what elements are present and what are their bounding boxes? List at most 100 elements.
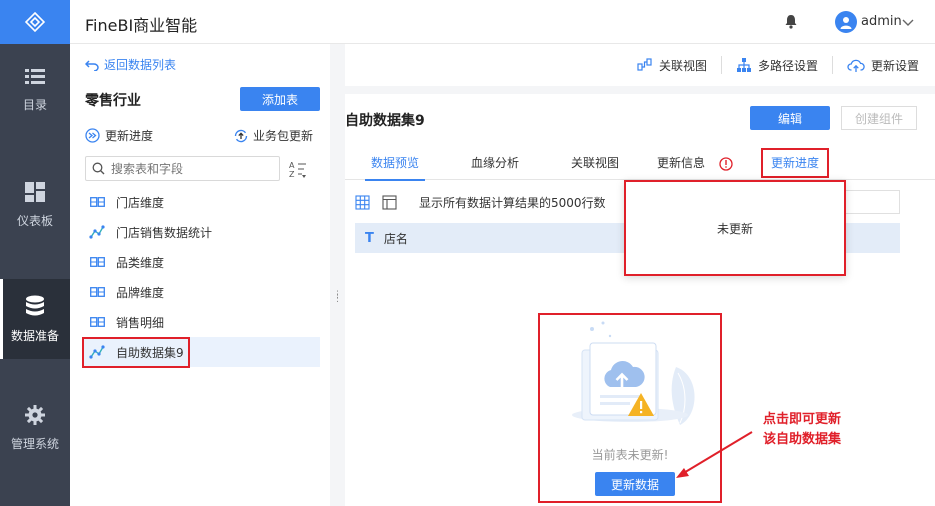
update-progress-link[interactable]: 更新进度 [85,127,153,144]
db-table-icon [88,257,106,267]
table-item-label: 品类维度 [116,255,165,270]
refresh-upload-icon [234,129,248,142]
table-item-label: 门店维度 [116,195,165,210]
logo-icon [25,12,45,32]
self-dataset-icon [88,345,106,359]
app-logo[interactable] [0,0,70,44]
toolbar-divider [831,56,833,74]
user-icon [840,17,852,29]
annotation-line-1: 点击即可更新 [763,412,842,427]
preview-note: 显示所有数据计算结果的5000行数 [419,195,606,210]
package-update-link[interactable]: 业务包更新 [233,127,313,144]
back-label: 返回数据列表 [104,58,177,72]
sort-button[interactable]: AZ [289,159,309,182]
tab-relation-view[interactable]: 关联视图 [571,146,619,180]
rail-label: 目录 [22,97,47,112]
table-item[interactable]: 自助数据集9 [82,336,320,368]
rail-item-catalog[interactable]: 目录 [0,50,70,130]
update-data-button[interactable]: 更新数据 [595,472,675,496]
highlight-box: 自助数据集9 [82,336,190,368]
multipath-button[interactable]: 多路径设置 [736,57,818,74]
cloud-upload-icon [847,59,865,72]
popup-status-text: 未更新 [716,221,753,236]
notification-button[interactable] [784,14,798,32]
edit-button[interactable]: 编辑 [750,106,830,130]
table-item[interactable]: 门店维度 [82,187,320,217]
avatar[interactable] [835,11,857,33]
table-item[interactable]: 品类维度 [82,247,320,277]
update-progress-label: 更新进度 [105,129,154,143]
back-arrow-icon [85,59,99,71]
add-table-button[interactable]: 添加表 [240,87,320,111]
create-component-button[interactable]: 创建组件 [841,106,917,130]
nav-rail: 目录 仪表板 数据准备 管理系统 [0,0,70,506]
update-settings-label: 更新设置 [870,58,919,73]
tab-lineage[interactable]: 血缘分析 [471,146,519,180]
relation-icon [637,58,652,71]
user-menu-toggle[interactable] [902,16,914,30]
sort-az-icon: AZ [289,161,306,179]
package-title: 零售行业 [85,93,141,109]
table-item[interactable]: 品牌维度 [82,277,320,307]
tab-update-progress[interactable]: 更新进度 [760,148,830,178]
table-item-label: 销售明细 [116,315,165,330]
search-input[interactable] [111,161,271,176]
layout-view-icon[interactable] [382,194,397,210]
db-table-icon [88,197,106,207]
table-item-label: 品牌维度 [116,285,165,300]
tab-update-info[interactable]: 更新信息 [657,146,705,180]
gear-icon [25,404,45,425]
rail-label: 管理系统 [10,436,59,451]
main-toolbar: 关联视图 多路径设置 更新设置 [345,44,935,86]
column-name: 店名 [383,231,408,246]
table-item-label: 自助数据集9 [116,345,184,360]
dataset-title: 自助数据集9 [345,113,425,129]
empty-state-text: 当前表未更新! [591,448,669,462]
back-to-list-link[interactable]: 返回数据列表 [85,56,176,73]
username[interactable]: admin [861,14,902,29]
table-item-label: 门店销售数据统计 [116,225,213,240]
dataset-tabs: 数据预览 血缘分析 关联视图 更新信息 更新进度 [345,146,935,181]
rail-label: 仪表板 [16,213,53,228]
table-panel: 返回数据列表 零售行业 添加表 更新进度 业务包更新 AZ 门店维度门店销售数据… [70,44,330,506]
info-icon [719,157,733,174]
table-item[interactable]: 门店销售数据统计 [82,217,320,247]
chevron-down-icon [902,19,914,26]
toolbar-divider [720,56,722,74]
search-icon [92,162,105,175]
annotation-line-2: 该自助数据集 [763,432,842,447]
rail-label: 数据准备 [10,328,59,343]
tab-preview[interactable]: 数据预览 [364,146,426,181]
rail-item-data-prep[interactable]: 数据准备 [0,279,70,359]
rail-item-admin[interactable]: 管理系统 [0,388,70,468]
top-bar: FineBI商业智能 admin [70,0,935,44]
empty-state: 当前表未更新! 更新数据 [538,313,722,503]
app-title: FineBI商业智能 [85,16,198,35]
grid-view-icon[interactable] [355,194,370,210]
db-table-icon [88,287,106,297]
db-table-icon [88,317,106,327]
multipath-label: 多路径设置 [757,58,818,73]
table-item[interactable]: 销售明细 [82,307,320,337]
drag-handle[interactable]: ⋮ ⋮ [333,291,342,304]
table-list: 门店维度门店销售数据统计 品类维度品牌维度销售明细自助数据集9 [82,187,320,368]
text-type-icon: T [365,230,374,246]
database-icon [26,295,44,315]
relation-view-label: 关联视图 [658,58,707,73]
update-progress-popup: 未更新 [624,180,846,276]
update-settings-button[interactable]: 更新设置 [847,57,919,74]
panel-splitter[interactable] [330,44,345,506]
self-dataset-icon [88,225,106,239]
svg-text:A: A [289,161,295,170]
search-box [85,156,280,181]
dashboard-icon [25,181,45,202]
list-icon [25,68,45,84]
hierarchy-icon [736,58,751,72]
fast-forward-icon [85,128,100,143]
empty-illustration [572,321,695,425]
bell-icon [785,15,797,29]
package-update-label: 业务包更新 [253,129,314,143]
relation-view-button[interactable]: 关联视图 [637,57,707,74]
rail-item-dashboard[interactable]: 仪表板 [0,165,70,245]
svg-text:Z: Z [289,170,295,179]
